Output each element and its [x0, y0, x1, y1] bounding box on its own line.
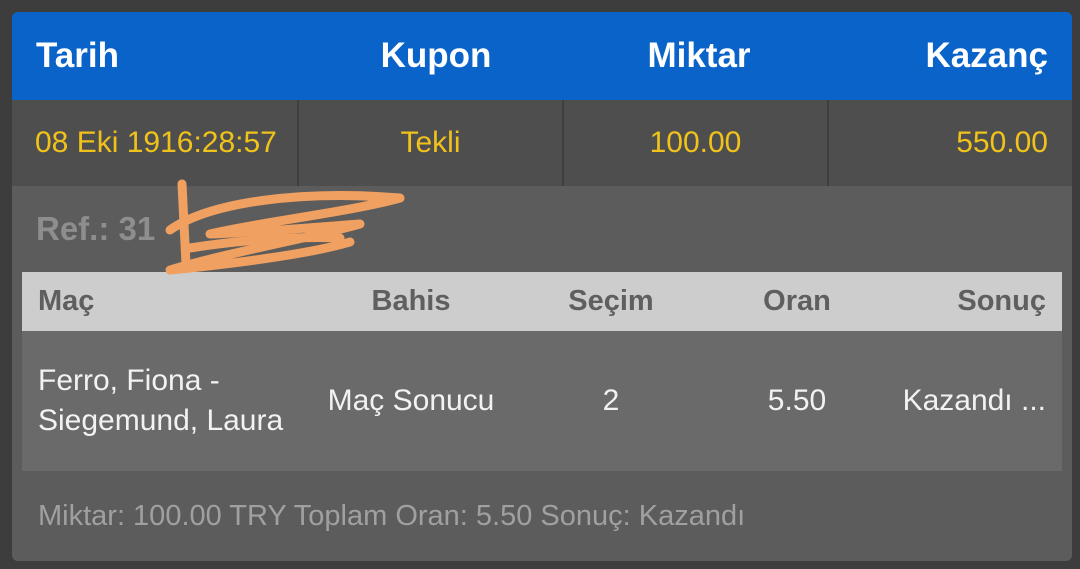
header-coupon-label: Kupon [380, 36, 492, 75]
header-winnings-label: Kazanç [925, 36, 1048, 75]
bet-details-table: Maç Bahis Seçim Oran Sonuç Ferro, Fiona … [22, 272, 1062, 471]
bet-footer-summary: Miktar: 100.00 TRY Toplam Oran: 5.50 Son… [38, 499, 746, 532]
cell-bet: Maç Sonucu [327, 384, 495, 417]
bet-slip-card[interactable]: Tarih Kupon Miktar Kazanç 08 Eki 19 16:2… [12, 12, 1072, 561]
table-row[interactable]: Ferro, Fiona - Siegemund, Laura Maç Sonu… [22, 331, 1062, 471]
summary-date: 08 Eki 19 [35, 126, 161, 159]
column-header-bet: Bahis [371, 285, 451, 317]
redaction-scribble [165, 179, 405, 275]
cell-odds: 5.50 [767, 384, 827, 417]
column-header-selection: Seçim [568, 285, 654, 317]
column-header-odds: Oran [763, 285, 831, 317]
reference-number: Ref.: 31 [12, 179, 1072, 275]
column-header-result: Sonuç [957, 285, 1046, 317]
summary-amount: 100.00 [564, 100, 829, 186]
header-amount-label: Miktar [647, 36, 751, 75]
column-header-match: Maç [38, 285, 95, 317]
cell-match: Ferro, Fiona - Siegemund, Laura [38, 364, 284, 437]
cell-result: Kazandı ... [902, 384, 1046, 417]
header-date-label: Tarih [36, 36, 119, 75]
summary-time: 16:28:57 [160, 126, 277, 159]
bet-header: Tarih Kupon Miktar Kazanç [12, 12, 1072, 100]
cell-selection: 2 [602, 384, 620, 417]
reference-label: Ref.: 31 [36, 210, 156, 247]
summary-winnings: 550.00 [956, 126, 1048, 159]
